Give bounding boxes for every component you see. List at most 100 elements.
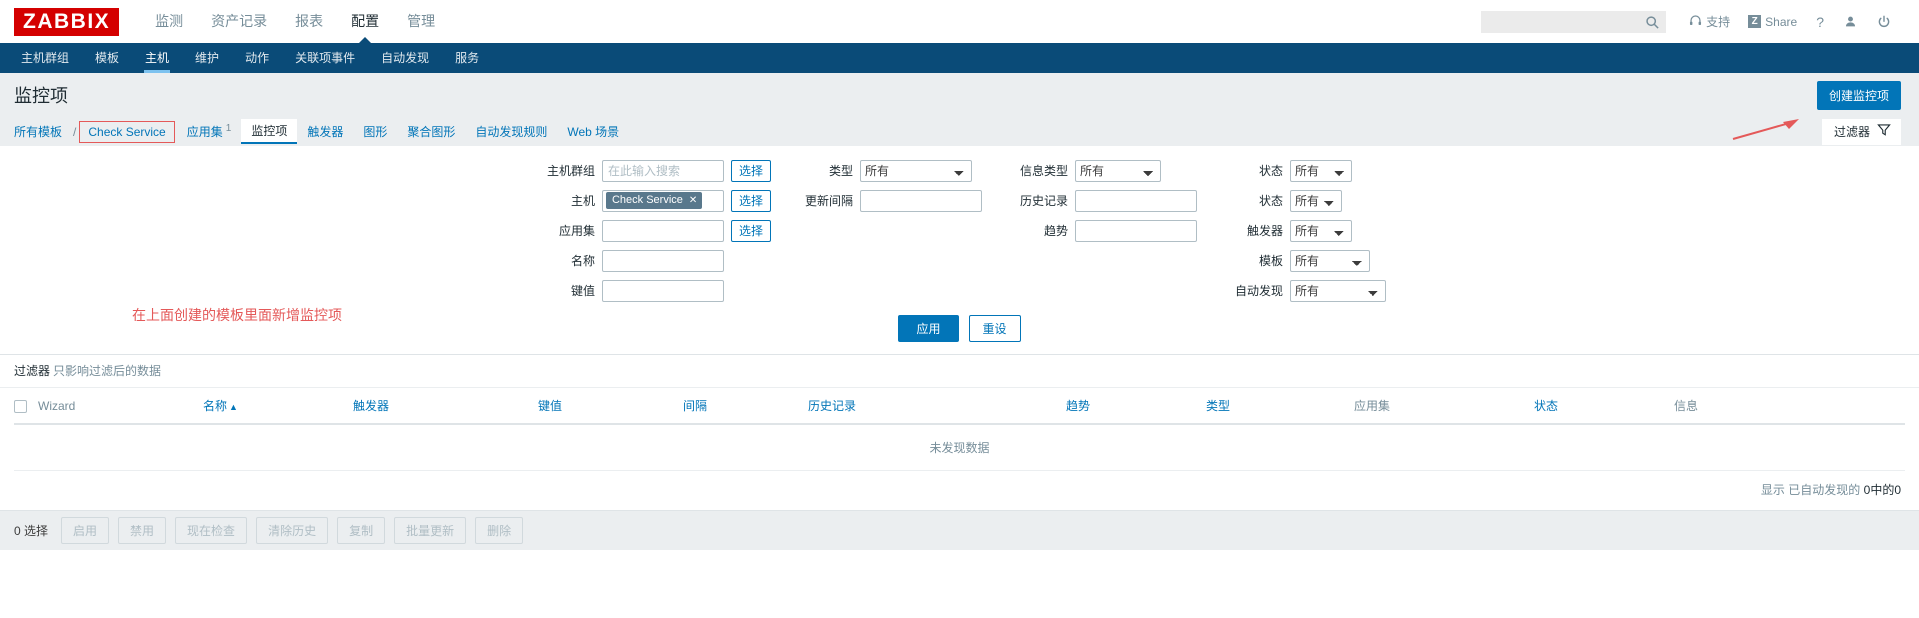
share-icon: Z — [1748, 15, 1761, 28]
delete-button[interactable]: 删除 — [475, 517, 523, 544]
filter-input-hosts[interactable]: Check Service ✕ — [602, 190, 724, 212]
select-all-checkbox[interactable] — [14, 400, 27, 413]
sub-navigation: 主机群组 模板 主机 维护 动作 关联项事件 自动发现 服务 — [0, 43, 1919, 73]
filter-row-history: 历史记录 — [1012, 190, 1197, 211]
tab-items[interactable]: 监控项 — [241, 119, 297, 144]
filter-input-update-interval[interactable] — [860, 190, 982, 212]
filter-select-discovery[interactable]: 所有 — [1290, 280, 1386, 302]
subnav-item-hostgroups[interactable]: 主机群组 — [8, 43, 82, 73]
filter-panel: 主机群组 选择 主机 Check Service ✕ 选择 应用集 — [0, 146, 1919, 355]
filter-label-key: 键值 — [533, 282, 595, 299]
create-item-button[interactable]: 创建监控项 — [1817, 81, 1901, 110]
filter-input-applications[interactable] — [602, 220, 724, 242]
subnav-item-maintenance[interactable]: 维护 — [182, 43, 232, 73]
zabbix-logo[interactable]: ZABBIX — [14, 8, 119, 36]
filter-apply-button[interactable]: 应用 — [898, 315, 958, 342]
search-input[interactable] — [1482, 12, 1665, 32]
filter-select-triggers[interactable]: 所有 — [1290, 220, 1352, 242]
filter-label-hosts: 主机 — [533, 192, 595, 209]
breadcrumb-all-templates[interactable]: 所有模板 — [14, 120, 72, 143]
filter-label-status: 状态 — [1227, 192, 1283, 209]
th-applications: 应用集 — [1354, 388, 1534, 424]
filter-column-4: 状态 所有 状态 所有 触发器 所有 — [1227, 160, 1386, 301]
filter-label-discovery: 自动发现 — [1227, 282, 1283, 299]
filter-reset-button[interactable]: 重设 — [969, 315, 1021, 342]
filter-toggle-label: 过滤器 — [1834, 123, 1870, 140]
nav-item-inventory[interactable]: 资产记录 — [197, 0, 281, 43]
tab-web-scenarios[interactable]: Web 场景 — [557, 120, 629, 143]
th-type[interactable]: 类型 — [1206, 388, 1354, 424]
filter-toggle[interactable]: 过滤器 — [1822, 119, 1901, 145]
filter-select-status[interactable]: 所有 — [1290, 190, 1342, 212]
clear-history-button[interactable]: 清除历史 — [256, 517, 328, 544]
table-footer-count: 0中的0 — [1864, 483, 1901, 497]
power-icon[interactable] — [1867, 15, 1901, 29]
filter-input-hostgroups[interactable] — [602, 160, 724, 182]
subnav-item-discovery[interactable]: 自动发现 — [368, 43, 442, 73]
filter-label-history: 历史记录 — [1012, 192, 1068, 209]
filter-chip-check-service[interactable]: Check Service ✕ — [606, 192, 702, 209]
breadcrumb-host-check-service[interactable]: Check Service — [79, 121, 174, 143]
th-select-all[interactable] — [14, 388, 38, 424]
th-status[interactable]: 状态 — [1534, 388, 1674, 424]
filter-select-state[interactable]: 所有 — [1290, 160, 1352, 182]
nav-item-monitoring[interactable]: 监测 — [141, 0, 197, 43]
table-header-row: Wizard 名称▲ 触发器 键值 间隔 历史记录 趋势 类型 应用集 状态 信… — [14, 388, 1905, 424]
th-triggers[interactable]: 触发器 — [353, 388, 538, 424]
filter-select-type[interactable]: 所有 — [860, 160, 972, 182]
subnav-item-templates[interactable]: 模板 — [82, 43, 132, 73]
items-table-body: 未发现数据 — [14, 424, 1905, 471]
tab-screens[interactable]: 聚合图形 — [397, 120, 465, 143]
filter-input-name[interactable] — [602, 250, 724, 272]
subnav-item-hosts[interactable]: 主机 — [132, 43, 182, 73]
disable-button[interactable]: 禁用 — [118, 517, 166, 544]
main-navigation: 监测 资产记录 报表 配置 管理 — [141, 0, 449, 43]
table-footer-mid: 已自动发现的 — [1788, 483, 1860, 497]
filter-grid: 主机群组 选择 主机 Check Service ✕ 选择 应用集 — [0, 160, 1919, 301]
th-name[interactable]: 名称▲ — [203, 388, 353, 424]
support-link[interactable]: 支持 — [1680, 13, 1739, 30]
tab-discovery-rules[interactable]: 自动发现规则 — [465, 120, 557, 143]
filter-select-hosts-button[interactable]: 选择 — [731, 190, 771, 212]
subnav-item-correlation[interactable]: 关联项事件 — [282, 43, 368, 73]
nav-item-configuration[interactable]: 配置 — [337, 0, 393, 43]
filter-row-trends: 趋势 — [1012, 220, 1197, 241]
filter-input-history[interactable] — [1075, 190, 1197, 212]
tab-graphs[interactable]: 图形 — [353, 120, 397, 143]
header-right-group: 支持 Z Share ? — [1481, 11, 1901, 33]
filter-input-key[interactable] — [602, 280, 724, 302]
tab-triggers[interactable]: 触发器 — [297, 120, 353, 143]
help-link[interactable]: ? — [1806, 14, 1834, 30]
nav-item-administration[interactable]: 管理 — [393, 0, 449, 43]
filter-select-applications-button[interactable]: 选择 — [731, 220, 771, 242]
filter-select-hostgroups-button[interactable]: 选择 — [731, 160, 771, 182]
th-interval[interactable]: 间隔 — [683, 388, 808, 424]
share-link[interactable]: Z Share — [1739, 15, 1806, 29]
subnav-item-actions[interactable]: 动作 — [232, 43, 282, 73]
subnav-item-services[interactable]: 服务 — [442, 43, 492, 73]
enable-button[interactable]: 启用 — [61, 517, 109, 544]
check-now-button[interactable]: 现在检查 — [175, 517, 247, 544]
nav-item-reports[interactable]: 报表 — [281, 0, 337, 43]
th-history[interactable]: 历史记录 — [808, 388, 1066, 424]
breadcrumb-tab-bar: 所有模板 / Check Service 应用集1 监控项 触发器 图形 聚合图… — [0, 117, 1919, 146]
table-footer-prefix: 显示 — [1761, 483, 1785, 497]
filter-column-3: 信息类型 所有 历史记录 趋势 — [1012, 160, 1197, 301]
funnel-icon — [1877, 123, 1891, 140]
filter-label-value-type: 信息类型 — [1012, 162, 1068, 179]
copy-button[interactable]: 复制 — [337, 517, 385, 544]
global-search-box[interactable] — [1481, 11, 1666, 33]
user-icon[interactable] — [1834, 15, 1867, 28]
filter-input-trends[interactable] — [1075, 220, 1197, 242]
filter-chip-label: Check Service — [612, 192, 683, 209]
filter-subtitle-note: 只影响过滤后的数据 — [53, 364, 161, 378]
tab-applications[interactable]: 应用集1 — [177, 120, 242, 143]
th-name-label: 名称 — [203, 399, 227, 413]
empty-state-message: 未发现数据 — [14, 424, 1905, 471]
mass-update-button[interactable]: 批量更新 — [394, 517, 466, 544]
filter-select-templated[interactable]: 所有 — [1290, 250, 1370, 272]
th-trends[interactable]: 趋势 — [1066, 388, 1206, 424]
chip-remove-icon[interactable]: ✕ — [689, 192, 697, 209]
filter-select-value-type[interactable]: 所有 — [1075, 160, 1161, 182]
th-key[interactable]: 键值 — [538, 388, 683, 424]
